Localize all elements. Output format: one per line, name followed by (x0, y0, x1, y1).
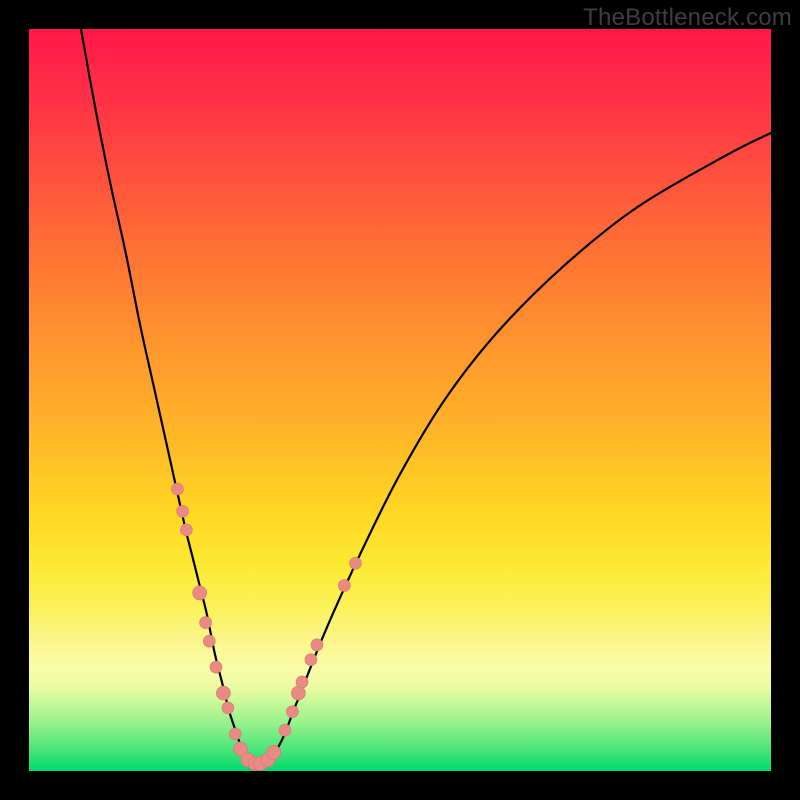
data-marker (349, 557, 361, 569)
data-marker (229, 728, 241, 740)
bottleneck-curve (81, 29, 771, 766)
data-marker (338, 580, 350, 592)
data-marker (305, 654, 317, 666)
data-marker (180, 524, 192, 536)
data-marker (311, 639, 323, 651)
data-marker (279, 724, 291, 736)
data-marker (291, 686, 305, 700)
data-marker (222, 702, 234, 714)
data-markers (171, 483, 361, 771)
data-marker (177, 505, 189, 517)
data-marker (267, 745, 281, 759)
data-marker (286, 706, 298, 718)
data-marker (210, 661, 222, 673)
data-marker (296, 676, 308, 688)
data-marker (171, 483, 183, 495)
data-marker (203, 635, 215, 647)
data-marker (193, 586, 207, 600)
watermark-text: TheBottleneck.com (583, 4, 792, 32)
data-marker (200, 617, 212, 629)
bottleneck-chart (29, 29, 771, 771)
data-marker (216, 686, 230, 700)
